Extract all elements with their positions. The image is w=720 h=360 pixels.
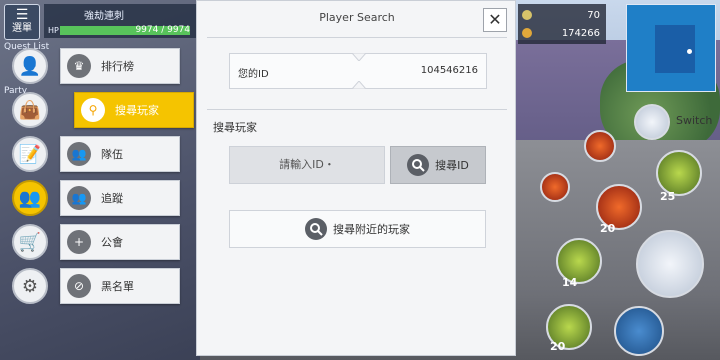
skill-1-count: 25: [660, 190, 676, 203]
shop-button[interactable]: 🛒: [12, 224, 48, 260]
search-icon: [407, 154, 430, 176]
hp-value: 9974 / 9974: [135, 25, 190, 35]
search-nearby-button[interactable]: 搜尋附近的玩家: [229, 210, 486, 248]
friends-button[interactable]: 👥: [12, 180, 48, 216]
skill-2-count: 20: [600, 222, 616, 235]
profile-button[interactable]: 👤: [12, 48, 48, 84]
hamburger-icon: ☰: [15, 7, 29, 23]
gear-icon: ⚙: [21, 275, 39, 297]
submenu-follow[interactable]: 👥 追蹤: [60, 180, 180, 216]
close-icon: ✕: [488, 10, 502, 29]
player-name: 強劫連刺: [84, 11, 124, 22]
submenu-leaderboard[interactable]: ♛ 排行榜: [60, 48, 180, 84]
search-player-icon: ⚲: [81, 98, 105, 122]
hp-label: HP: [48, 26, 59, 35]
id-input[interactable]: 請輸入ID・: [229, 146, 385, 184]
profile-icon: 👤: [18, 55, 42, 77]
skill-button-photo[interactable]: [540, 172, 570, 202]
submenu-label: 搜尋玩家: [115, 104, 159, 117]
crown-icon: ♛: [67, 54, 91, 78]
submenu-guild[interactable]: + 公會: [60, 224, 180, 260]
my-id-box: 您的ID 104546216: [229, 53, 487, 89]
submenu-blacklist[interactable]: ⊘ 黑名單: [60, 268, 180, 304]
my-id-label: 您的ID: [238, 69, 269, 80]
guild-icon: +: [67, 230, 91, 254]
player-search-dialog: Player Search ✕ 您的ID 104546216 搜尋玩家 請輸入I…: [196, 0, 516, 356]
submenu-party[interactable]: 👥 隊伍: [60, 136, 180, 172]
switch-label: Switch: [676, 114, 713, 127]
notes-button[interactable]: 📝: [12, 136, 48, 172]
coin-icon: [522, 28, 532, 38]
menu-button[interactable]: ☰ 選單: [4, 4, 40, 40]
switch-skill-button[interactable]: [634, 104, 670, 140]
crystal-icon: [522, 10, 532, 20]
stat-2-value: 174266: [561, 28, 600, 39]
notch-top: [352, 53, 366, 61]
submenu-label: 黑名單: [101, 280, 134, 293]
attack-button[interactable]: [636, 230, 704, 298]
skill-3-count: 14: [562, 276, 578, 289]
submenu-label: 公會: [101, 236, 123, 249]
stat-row: [522, 10, 570, 23]
minimap[interactable]: [626, 4, 716, 92]
section-title: 搜尋玩家: [213, 121, 257, 134]
search-nearby-label: 搜尋附近的玩家: [333, 223, 410, 236]
bag-button[interactable]: 👜: [12, 92, 48, 128]
skill-4-count: 20: [550, 340, 566, 353]
menu-label: 選單: [12, 23, 32, 34]
party-icon: 👥: [67, 142, 91, 166]
search-icon: [305, 218, 327, 240]
block-icon: ⊘: [67, 274, 91, 298]
follow-icon: 👥: [67, 186, 91, 210]
shop-cart-icon: 🛒: [18, 231, 42, 253]
notch-bottom: [352, 81, 366, 89]
stat-1-value: 70: [587, 10, 600, 21]
friends-icon: 👥: [18, 187, 42, 209]
submenu-label: 追蹤: [101, 192, 123, 205]
player-status-panel: 強劫連刺 HP 9974 / 9974: [44, 4, 196, 38]
dialog-title: Player Search: [319, 11, 395, 24]
search-id-button[interactable]: 搜尋ID: [390, 146, 486, 184]
close-button[interactable]: ✕: [483, 8, 507, 32]
bag-icon: 👜: [18, 99, 42, 121]
my-id-value: 104546216: [420, 65, 478, 76]
player-marker: [687, 49, 692, 54]
skill-button-buff[interactable]: [584, 130, 616, 162]
search-id-label: 搜尋ID: [435, 159, 469, 172]
submenu-search-player[interactable]: ⚲ 搜尋玩家: [74, 92, 194, 128]
submenu-label: 隊伍: [101, 148, 123, 161]
dash-button[interactable]: [614, 306, 664, 356]
divider: [207, 37, 507, 38]
currency-panel: 70 174266: [518, 4, 606, 44]
settings-button[interactable]: ⚙: [12, 268, 48, 304]
notes-icon: 📝: [18, 143, 42, 165]
submenu-label: 排行榜: [101, 60, 134, 73]
divider: [207, 109, 507, 110]
